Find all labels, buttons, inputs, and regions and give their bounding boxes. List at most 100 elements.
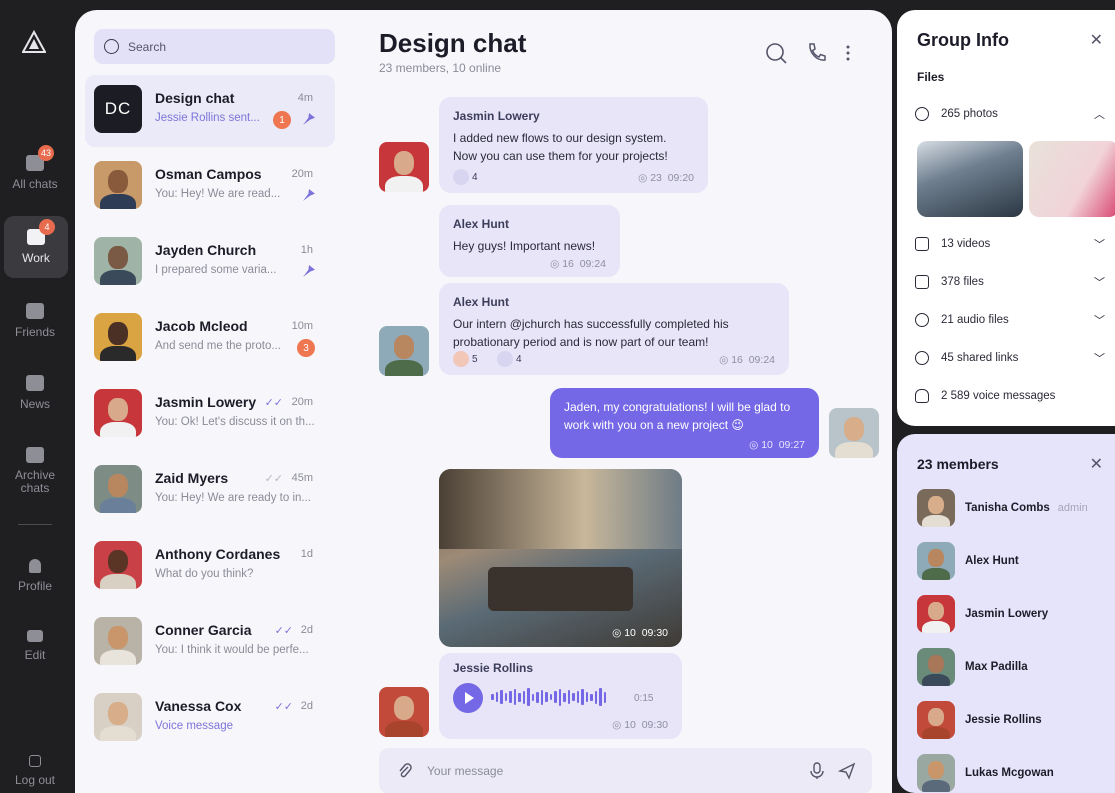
member-row[interactable]: Lukas Mcgowan [917,754,1107,792]
members-panel: 23 members ✕ Tanisha Combs admin Alex Hu… [897,434,1115,793]
close-icon[interactable]: ✕ [1090,30,1103,50]
reaction[interactable]: 4 [453,169,478,185]
member-row[interactable]: Tanisha Combs admin [917,489,1107,527]
photo-thumbnail[interactable] [917,141,1023,217]
send-icon[interactable] [838,762,856,780]
member-row[interactable]: Jasmin Lowery [917,595,1107,633]
rail-item-edit[interactable]: Edit [0,615,70,677]
microphone-icon[interactable] [810,762,824,780]
file-row-label: 21 audio files [941,314,1009,326]
main-panel: Search DC Design chat 4m Jessie Rollins … [75,10,892,793]
photo-thumbnail[interactable] [1029,141,1115,217]
folder-icon: 4 [27,219,55,245]
video-icon [915,237,929,251]
play-button[interactable] [453,683,483,713]
chat-name: Jasmin Lowery [155,394,257,410]
message-input[interactable]: Your message [427,764,503,778]
search-box[interactable]: Search [94,29,335,64]
avatar [379,687,429,737]
chat-item[interactable]: Anthony Cordanes 1d What do you think? [85,531,335,603]
reaction[interactable]: 4 [497,351,522,367]
more-vertical-icon[interactable] [845,44,851,62]
chevron-down-icon: ﹀ [1094,277,1105,289]
chat-item[interactable]: Jacob Mcleod 10m And send me the proto..… [85,303,335,375]
member-row[interactable]: Max Padilla [917,648,1107,686]
close-icon[interactable]: ✕ [1090,454,1103,474]
chat-preview: You: Hey! We are ready to in... [155,492,311,504]
waveform-bar [554,691,557,703]
rail-item-news[interactable]: News [0,362,70,424]
message-meta: ◎ 10 09:30 [612,719,668,731]
chat-time: 1d [300,548,313,560]
chat-preview: I prepared some varia... [155,264,277,276]
phone-icon[interactable] [805,42,827,64]
voice-duration: 0:15 [634,693,654,704]
message-bubble-outgoing[interactable]: Jaden, my congratulations! I will be gla… [550,388,819,458]
rail-item-logout[interactable]: Log out [0,740,70,793]
avatar [94,617,142,665]
rail-item-profile[interactable]: Profile [0,545,70,607]
rail-item-friends[interactable]: Friends [0,290,70,352]
member-row[interactable]: Alex Hunt [917,542,1107,580]
search-input[interactable]: Search [128,40,166,54]
message-text: probationary period and is now part of o… [453,335,709,349]
page-title: Design chat [379,28,527,58]
rail-item-label: Profile [17,579,52,593]
link-icon [915,351,929,365]
panel-title: Group Info [917,30,1009,50]
chat-preview: You: Ok! Let's discuss it on th... [155,416,315,428]
search-icon[interactable] [765,42,787,64]
message-author: Jessie Rollins [453,661,534,675]
chat-item[interactable]: Vanessa Cox ✓✓ 2d Voice message [85,683,335,755]
chat-name: Jacob Mcleod [155,318,248,334]
double-check-icon: ✓✓ [264,473,283,485]
file-row-audio[interactable]: 21 audio files ﹀ [915,310,1105,330]
rail-item-archive[interactable]: Archive chats [0,440,70,502]
avatar [94,389,142,437]
double-check-icon: ✓✓ [264,397,283,409]
waveform-bar [549,694,552,700]
app-rail: 43 All chats 4 Work Friends News Archive… [0,0,75,793]
rail-item-label: Friends [14,325,55,339]
unread-badge: 4 [39,219,55,235]
waveform-bar [594,690,597,704]
message-composer[interactable]: Your message [379,748,872,793]
message-author: Jasmin Lowery [453,109,540,123]
chat-item[interactable]: Zaid Myers ✓✓ 45m You: Hey! We are ready… [85,455,335,527]
file-row-links[interactable]: 45 shared links ﹀ [915,348,1105,368]
avatar [94,465,142,513]
message-bubble[interactable]: Alex Hunt Hey guys! Important news! ◎ 16… [439,205,620,277]
file-row-label: 45 shared links [941,352,1019,364]
file-row-videos[interactable]: 13 videos ﹀ [915,234,1105,254]
chat-item[interactable]: Jayden Church 1h I prepared some varia..… [85,227,335,299]
reaction[interactable]: 5 [453,351,478,367]
chat-item-design-chat[interactable]: DC Design chat 4m Jessie Rollins sent...… [85,75,335,147]
file-row-voice[interactable]: 2 589 voice messages [915,386,1105,406]
chat-item[interactable]: Jasmin Lowery ✓✓ 20m You: Ok! Let's disc… [85,379,335,451]
chat-item[interactable]: Osman Campos 20m You: Hey! We are read..… [85,151,335,223]
message-bubble[interactable]: Jasmin Lowery I added new flows to our d… [439,97,708,193]
file-row-photos[interactable]: 265 photos ︿ [915,104,1105,124]
chat-time: 1h [300,244,313,256]
paperclip-icon[interactable] [397,763,413,779]
chat-name: Vanessa Cox [155,698,242,714]
file-row-files[interactable]: 378 files ﹀ [915,272,1105,292]
chat-header: Design chat 23 members, 10 online [379,28,526,75]
waveform-bar [527,688,530,706]
message-bubble[interactable]: Alex Hunt Our intern @jchurch has succes… [439,283,789,375]
waveform-bar [536,691,539,703]
unread-badge: 3 [297,339,315,357]
rail-item-work[interactable]: 4 Work [4,216,68,278]
avatar [94,541,142,589]
chat-time: 20m [291,396,313,408]
rail-item-all-chats[interactable]: 43 All chats [0,142,70,204]
member-name: Lukas Mcgowan [965,767,1054,779]
view-count: ◎ 10 [749,439,773,451]
member-row[interactable]: Jessie Rollins [917,701,1107,739]
photo-message[interactable]: ◎ 10 09:30 [439,469,682,647]
waveform[interactable] [491,687,606,707]
message-time: 09:24 [579,258,606,270]
voice-message[interactable]: Jessie Rollins 0:15 ◎ 10 09:30 [439,653,682,739]
chat-item[interactable]: Conner Garcia ✓✓ 2d You: I think it woul… [85,607,335,679]
message-text: I added new flows to our design system. [453,131,667,145]
